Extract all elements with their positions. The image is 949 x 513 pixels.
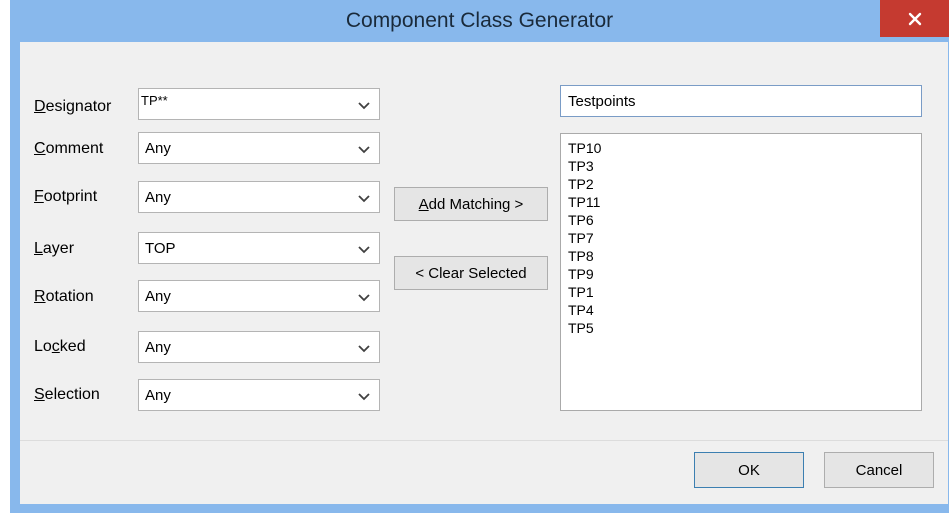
close-button[interactable] [880,0,949,37]
layer-combo[interactable]: TOP [138,232,380,264]
clear-selected-button[interactable]: < Clear Selected [394,256,548,290]
title-bar: Component Class Generator [10,0,949,42]
rotation-label: Rotation [34,288,94,305]
cancel-button[interactable]: Cancel [824,452,934,488]
designator-label: Designator [34,98,112,115]
list-item[interactable]: TP4 [568,301,921,319]
list-item[interactable]: TP5 [568,319,921,337]
chevron-down-icon [358,294,370,302]
add-matching-button[interactable]: Add Matching > [394,187,548,221]
class-name-input[interactable]: Testpoints [560,85,922,117]
list-item[interactable]: TP2 [568,175,921,193]
chevron-down-icon [358,393,370,401]
window-title: Component Class Generator [345,9,614,32]
designator-value: TP** [141,93,168,108]
add-matching-mnemonic: A [418,195,429,213]
ok-label: OK [738,461,760,479]
dialog-content: Designator TP** Comment Any Footprint An… [20,42,948,440]
locked-value: Any [145,339,171,356]
rotation-combo[interactable]: Any [138,280,380,312]
class-members-list[interactable]: TP10 TP3 TP2 TP11 TP6 TP7 TP8 TP9 TP1 TP4 TP5 [560,133,922,411]
selection-label: Selection [34,386,100,403]
list-item[interactable]: TP3 [568,157,921,175]
designator-combo[interactable]: TP** [138,88,380,120]
selection-combo[interactable]: Any [138,379,380,411]
close-icon [908,12,921,25]
ok-button[interactable]: OK [694,452,804,488]
rotation-value: Any [145,288,171,305]
add-matching-label: dd Matching > [428,195,524,213]
comment-combo[interactable]: Any [138,132,380,164]
comment-label: Comment [34,140,104,157]
list-item[interactable]: TP1 [568,283,921,301]
class-name-value: Testpoints [568,93,636,110]
locked-combo[interactable]: Any [138,331,380,363]
chevron-down-icon [358,195,370,203]
chevron-down-icon [358,345,370,353]
clear-selected-label: < Clear Selected [415,264,527,282]
list-item[interactable]: TP8 [568,247,921,265]
layer-value: TOP [145,240,176,257]
component-class-generator-dialog: Component Class Generator Designator TP*… [10,0,949,513]
selection-value: Any [145,387,171,404]
chevron-down-icon [358,146,370,154]
comment-value: Any [145,140,171,157]
footprint-value: Any [145,189,171,206]
chevron-down-icon [358,246,370,254]
list-item[interactable]: TP11 [568,193,921,211]
layer-label: Layer [34,240,75,257]
footprint-combo[interactable]: Any [138,181,380,213]
dialog-footer: OK Cancel [20,440,948,504]
list-item[interactable]: TP9 [568,265,921,283]
list-item[interactable]: TP6 [568,211,921,229]
footprint-label: Footprint [34,188,98,205]
cancel-label: Cancel [855,461,903,479]
locked-label: Locked [34,338,86,355]
list-item[interactable]: TP7 [568,229,921,247]
list-item[interactable]: TP10 [568,139,921,157]
chevron-down-icon [358,102,370,110]
